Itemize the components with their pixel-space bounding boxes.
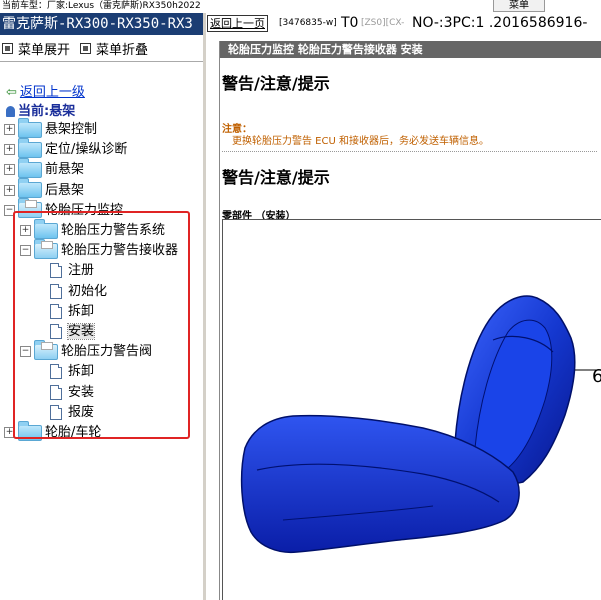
collapse-node-icon[interactable]: − (4, 204, 15, 216)
nav-tree-label: 轮胎压力警告接收器 (61, 243, 179, 259)
nav-tree-label: 轮胎压力警告系统 (61, 223, 166, 238)
nav-tree-item[interactable]: 注册 (36, 261, 94, 281)
document-icon (50, 384, 62, 400)
expand-node-icon[interactable]: + (20, 225, 31, 236)
nav-tree-label: 定位/操纵诊断 (45, 142, 128, 158)
user-icon (6, 106, 15, 117)
open-folder-icon (18, 198, 42, 219)
vehicle-info-bar: 当前车型：厂家:Lexus（雷克萨斯)RX350h2022 菜单 (0, 0, 601, 13)
collapse-menu-button[interactable]: 菜单折叠 (80, 39, 148, 58)
nav-tree-item[interactable]: 安装 (36, 383, 94, 403)
expand-node-icon[interactable]: + (4, 184, 15, 196)
open-folder-icon (34, 339, 58, 360)
nav-tree-label: 拆卸 (68, 303, 95, 319)
folder-icon (18, 178, 42, 199)
warning-heading-2: 警告/注意/提示 (222, 168, 330, 187)
nav-tree-item[interactable]: + 轮胎/车轮 (4, 420, 102, 443)
seat-illustration (240, 295, 601, 554)
back-arrow-icon: ⇦ (6, 85, 17, 100)
folder-icon (34, 218, 58, 239)
nav-tree-label: 报废 (68, 404, 95, 420)
current-section: 当前:悬架 (6, 100, 75, 119)
folder-icon (18, 137, 42, 158)
vehicle-label: 当前车型： (2, 1, 48, 11)
nav-tree-item[interactable]: 安装 (36, 322, 96, 342)
collapse-menu-label: 菜单折叠 (96, 42, 149, 58)
back-page-button[interactable]: 返回上一页 (207, 15, 268, 32)
document-body: 轮胎压力监控 轮胎压力警告接收器 安装 警告/注意/提示 注意： 更换轮胎压力警… (219, 41, 601, 600)
nav-tree-item[interactable]: + 前悬架 (4, 157, 85, 180)
warning-heading-1: 警告/注意/提示 (222, 74, 330, 93)
nav-tree-label: 轮胎压力警告阀 (61, 344, 153, 360)
back-up-link[interactable]: ⇦ 返回上一级 (6, 81, 85, 100)
expand-node-icon[interactable]: + (4, 427, 15, 438)
nav-tree-label: 前悬架 (45, 162, 85, 178)
nav-tree-item[interactable]: + 悬架控制 (4, 117, 98, 140)
nav-tree-label: 后悬架 (45, 182, 85, 198)
model-title: 雷克萨斯-RX300-RX350-RX3 (0, 13, 203, 35)
menu-toggle-row: 菜单展开 菜单折叠 (0, 35, 203, 61)
zs-code: [ZS0][CX- (361, 18, 405, 28)
nav-tree-label: 安装 (66, 323, 96, 340)
document-icon (50, 303, 62, 319)
nav-tree-item[interactable]: − 轮胎压力警告阀 (20, 339, 153, 362)
nav-tree-label: 悬架控制 (45, 122, 98, 137)
expand-node-icon[interactable]: + (4, 144, 15, 156)
nav-tree-label: 安装 (68, 384, 95, 400)
expand-node-icon[interactable]: + (4, 164, 15, 176)
nav-tree-label: 注册 (68, 263, 95, 279)
folder-icon (18, 117, 42, 138)
vehicle-value: 厂家:Lexus（雷克萨斯)RX350h2022 (47, 1, 201, 11)
open-folder-icon (34, 238, 58, 259)
collapse-node-icon[interactable]: − (20, 245, 31, 257)
folder-icon (18, 157, 42, 178)
current-section-label: 悬架 (49, 104, 76, 119)
current-prefix: 当前: (18, 104, 50, 119)
nav-tree-item[interactable]: 报废 (36, 403, 94, 423)
nav-tree-item[interactable]: − 轮胎压力警告接收器 (20, 238, 179, 261)
nav-tree-label: 拆卸 (68, 364, 95, 380)
breadcrumb: 轮胎压力监控 轮胎压力警告接收器 安装 (220, 41, 601, 58)
document-number: NO-:3PC:1 .2016586916- (412, 15, 588, 31)
divider (0, 61, 203, 62)
document-icon (50, 404, 62, 420)
note-text: 更换轮胎压力警告 ECU 和接收器后，务必发送车辆信息。 (232, 136, 489, 147)
document-id: [3476835-w] (279, 18, 337, 28)
expand-menu-label: 菜单展开 (18, 42, 71, 58)
address-bar: 返回上一页 [3476835-w] T0 [ZS0][CX- NO-:3PC:1… (206, 13, 601, 33)
back-up-label: 返回上一级 (19, 85, 85, 100)
nav-tree-item[interactable]: 拆卸 (36, 302, 94, 322)
collapse-node-icon[interactable]: − (20, 346, 31, 358)
expand-node-icon[interactable]: + (4, 124, 15, 135)
nav-tree-label: 轮胎压力监控 (45, 202, 124, 218)
section-divider (222, 151, 597, 152)
menu-button[interactable]: 菜单 (493, 0, 545, 12)
nav-tree-label: 轮胎/车轮 (45, 425, 102, 440)
expand-menu-button[interactable]: 菜单展开 (2, 39, 70, 58)
parts-illustration (222, 219, 601, 600)
collapse-icon (80, 42, 92, 54)
expand-icon (2, 42, 13, 54)
t0-code: T0 (341, 15, 359, 31)
nav-tree-item[interactable]: 初始化 (36, 282, 107, 302)
folder-icon (18, 420, 42, 441)
document-icon (50, 263, 62, 279)
nav-tree-item[interactable]: 拆卸 (36, 362, 94, 382)
document-icon (50, 364, 62, 380)
nav-tree-label: 初始化 (68, 283, 108, 299)
callout-number: 6 (592, 366, 601, 387)
nav-tree-item[interactable]: − 轮胎压力监控 (4, 198, 124, 221)
nav-tree-item[interactable]: + 后悬架 (4, 178, 85, 201)
document-icon (50, 324, 62, 339)
document-icon (50, 283, 62, 299)
content-pane: 返回上一页 [3476835-w] T0 [ZS0][CX- NO-:3PC:1… (206, 13, 601, 600)
nav-pane: 雷克萨斯-RX300-RX350-RX3 菜单展开 菜单折叠 ⇦ 返回上一级 当前… (0, 13, 203, 600)
